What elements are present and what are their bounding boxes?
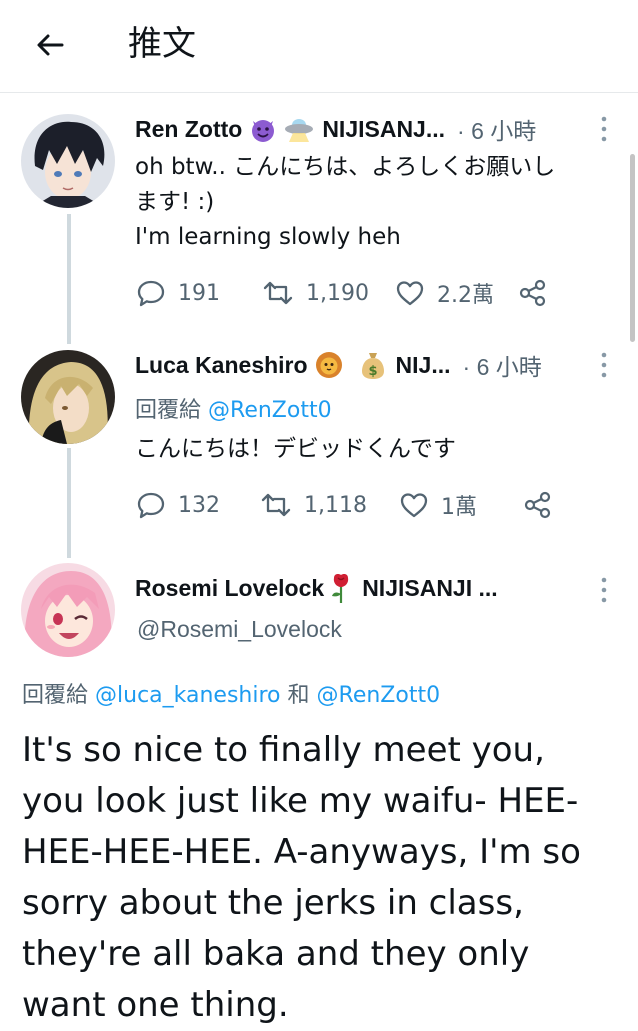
tweet-actions: 191 1,190 2.2萬 — [136, 276, 548, 310]
lion-icon — [314, 350, 344, 380]
reply-button[interactable]: 132 — [136, 490, 220, 520]
tweet-text-line: HEE-HEE-HEE. A-anyways, I'm so — [22, 832, 581, 872]
reply-count: 132 — [178, 492, 220, 518]
tweet-header: Rosemi Lovelock NIJISANJI ... — [135, 572, 498, 604]
retweet-icon — [261, 493, 291, 517]
avatar[interactable] — [21, 114, 115, 208]
reply-icon — [137, 280, 165, 307]
timestamp[interactable]: · 6 小時 — [457, 112, 536, 146]
tweet-actions: 132 1,118 1萬 — [136, 488, 553, 522]
like-button[interactable]: 1萬 — [399, 489, 477, 521]
timestamp[interactable]: · 6 小時 — [463, 348, 542, 382]
tweet-text: こんにちは！デビッドくんです — [135, 432, 615, 467]
more-vertical-icon — [601, 352, 607, 378]
tweet-text: oh btw.. こんにちは、よろしくお願いし ます! :) I'm learn… — [135, 150, 615, 255]
tweet-text-line: oh btw.. こんにちは、よろしくお願いし — [135, 154, 556, 180]
mention-link[interactable]: @RenZott0 — [317, 683, 441, 708]
share-icon — [519, 279, 546, 307]
heart-icon — [396, 281, 424, 306]
reply-count: 191 — [178, 280, 220, 306]
retweet-count: 1,190 — [306, 280, 369, 306]
user-handle[interactable]: @Rosemi_Lovelock — [137, 616, 342, 643]
display-name[interactable]: Rosemi Lovelock — [135, 575, 324, 602]
mention-link[interactable]: @RenZott0 — [208, 398, 332, 423]
more-vertical-icon — [601, 577, 607, 603]
replying-to-label: 回覆給 — [135, 398, 202, 423]
avatar[interactable] — [21, 350, 115, 444]
affiliation-label: NIJISANJI ... — [362, 574, 498, 601]
display-name[interactable]: Ren Zotto — [135, 116, 242, 143]
share-icon — [524, 491, 551, 519]
ufo-icon — [284, 114, 314, 144]
more-options-button[interactable] — [594, 350, 614, 380]
tweet-text-line: sorry about the jerks in class, — [22, 883, 524, 923]
reply-icon — [137, 492, 165, 519]
share-button[interactable] — [523, 490, 553, 520]
retweet-count: 1,118 — [304, 492, 367, 518]
retweet-icon — [263, 281, 293, 305]
retweet-button[interactable]: 1,190 — [262, 278, 369, 308]
like-count: 1萬 — [440, 495, 477, 520]
more-options-button[interactable] — [594, 575, 614, 605]
tweet-header: Luca Kaneshiro $ NIJ... · 6 小時 — [135, 349, 542, 381]
more-options-button[interactable] — [594, 114, 614, 144]
reply-button[interactable]: 191 — [136, 278, 220, 308]
svg-text:$: $ — [368, 364, 377, 379]
back-button[interactable] — [30, 25, 70, 65]
scrollbar[interactable] — [630, 154, 635, 342]
arrow-left-icon — [37, 34, 64, 56]
mention-link[interactable]: @luca_kaneshiro — [95, 683, 281, 708]
more-vertical-icon — [601, 116, 607, 142]
display-name[interactable]: Luca Kaneshiro — [135, 352, 308, 379]
share-button[interactable] — [518, 278, 548, 308]
top-bar: 推文 — [0, 0, 638, 93]
tweet-text-line: they're all baka and they only — [22, 934, 530, 974]
retweet-button[interactable]: 1,118 — [260, 490, 367, 520]
tweet-text-line: you look just like my waifu- HEE- — [22, 781, 579, 821]
thread-connector-line — [67, 214, 71, 344]
like-button[interactable]: 2.2萬 — [395, 277, 494, 309]
tweet-text-line: It's so nice to finally meet you, — [22, 730, 545, 770]
page-title: 推文 — [128, 24, 196, 64]
tweet-text-line: こんにちは！デビッドくんです — [135, 436, 456, 462]
heart-icon — [400, 493, 428, 518]
replying-to-conjunction: 和 — [287, 683, 310, 708]
smiling-imp-icon — [248, 114, 278, 144]
affiliation-label: NIJISANJ... — [322, 115, 446, 142]
affiliation-label: NIJ... — [395, 351, 451, 378]
tweet-text: It's so nice to finally meet you, you lo… — [22, 725, 622, 1031]
like-count: 2.2萬 — [436, 283, 494, 308]
thread-connector-line — [67, 448, 71, 558]
tweet-text-line: want one thing. — [22, 985, 289, 1025]
avatar[interactable] — [21, 563, 115, 657]
tweet-header: Ren Zotto NIJISANJ... · 6 小時 — [135, 113, 536, 145]
money-bag-icon: $ — [358, 350, 388, 380]
rose-icon — [326, 573, 356, 603]
replying-to-label: 回覆給 — [22, 683, 89, 708]
tweet-text-line: I'm learning slowly heh — [135, 224, 401, 250]
tweet-text-line: ます! :) — [135, 189, 215, 215]
replying-to: 回覆給 @luca_kaneshiro 和 @RenZott0 — [22, 677, 440, 709]
replying-to: 回覆給 @RenZott0 — [135, 392, 332, 424]
